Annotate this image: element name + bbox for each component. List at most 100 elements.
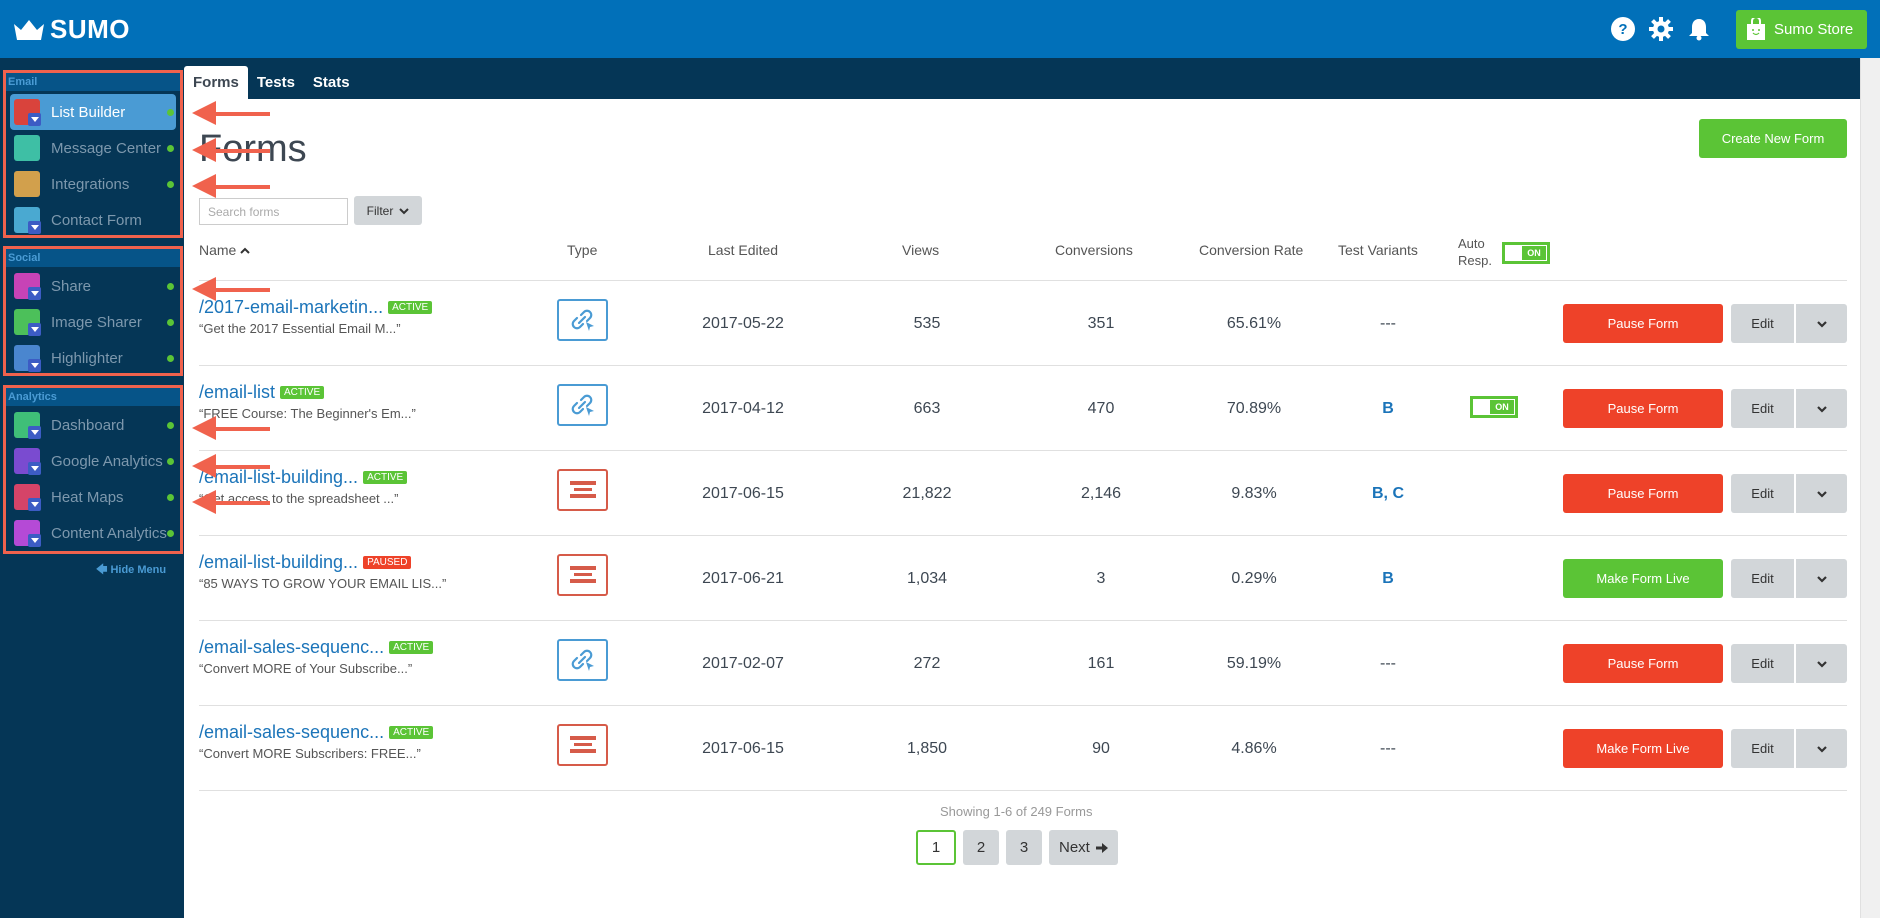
sidebar-item-integrations[interactable]: Integrations: [6, 166, 180, 202]
column-header-views[interactable]: Views: [902, 242, 939, 258]
sidebar-item-content-analytics[interactable]: Content Analytics: [6, 515, 180, 551]
sort-ascending-icon: [240, 247, 250, 254]
form-name-link[interactable]: /email-list-building... ACTIVE: [199, 467, 408, 488]
form-name: /email-list-building...: [199, 552, 359, 572]
status-dot: [167, 109, 174, 116]
table-row: /2017-email-marketin... ACTIVE “Get the 20…: [199, 281, 1847, 366]
table-row: /email-list-building... ACTIVE “Get access…: [199, 451, 1847, 536]
svg-text:?: ?: [1618, 21, 1627, 38]
page-button-1[interactable]: 1: [916, 830, 956, 865]
form-name-link[interactable]: /email-sales-sequenc... ACTIVE: [199, 637, 434, 658]
more-actions-dropdown[interactable]: [1796, 389, 1847, 428]
crown-icon: [14, 19, 44, 40]
sidebar-item-share[interactable]: Share: [6, 268, 180, 304]
pause-form-button[interactable]: Pause Form: [1563, 304, 1723, 343]
store-label: Sumo Store: [1774, 20, 1854, 38]
form-headline: “Get access to the spreadsheet ...”: [199, 491, 399, 506]
sidebar-item-heat-maps[interactable]: Heat Maps: [6, 479, 180, 515]
test-variants-cell[interactable]: B, C: [1348, 485, 1428, 503]
form-name: /email-sales-sequenc...: [199, 637, 385, 657]
help-button[interactable]: ?: [1610, 16, 1636, 42]
chevron-down-icon: [1816, 575, 1827, 583]
form-name-link[interactable]: /2017-email-marketin... ACTIVE: [199, 297, 433, 318]
sidebar-item-contact-form[interactable]: Contact Form: [6, 202, 180, 238]
settings-button[interactable]: [1648, 16, 1674, 42]
form-headline: “Convert MORE of Your Subscribe...”: [199, 661, 413, 676]
column-header-last-edited[interactable]: Last Edited: [708, 242, 778, 258]
status-dot: [167, 458, 174, 465]
sidebar-item-message-center[interactable]: Message Center: [6, 130, 180, 166]
sidebar-item-google-analytics[interactable]: Google Analytics: [6, 443, 180, 479]
sidebar-item-highlighter[interactable]: Highlighter: [6, 340, 180, 376]
search-forms-input[interactable]: [199, 198, 348, 225]
logo-text: SUMO: [50, 14, 130, 44]
sumo-store-button[interactable]: Sumo Store: [1736, 9, 1867, 49]
group-title: Social: [6, 249, 180, 267]
page-button-3[interactable]: 3: [1006, 830, 1042, 865]
make-form-live-button[interactable]: Make Form Live: [1563, 559, 1723, 598]
tab-forms[interactable]: Forms: [184, 66, 248, 99]
more-actions-dropdown[interactable]: [1796, 644, 1847, 683]
arrow-right-icon: [1095, 842, 1108, 853]
more-actions-dropdown[interactable]: [1796, 559, 1847, 598]
toggle-on-label: ON: [1490, 400, 1514, 414]
table-row: /email-list ACTIVE “FREE Course: The Begin…: [199, 366, 1847, 451]
table-row: /email-list-building... PAUSED “85 WAYS TO…: [199, 536, 1847, 621]
table-row: /email-sales-sequenc... ACTIVE “Convert MO…: [199, 706, 1847, 791]
tab-stats[interactable]: Stats: [304, 66, 359, 99]
sidebar-item-label: Image Sharer: [51, 313, 142, 331]
test-variants-cell[interactable]: B: [1348, 570, 1428, 588]
test-variants-cell: ---: [1380, 740, 1396, 757]
form-headline: “85 WAYS TO GROW YOUR EMAIL LIS...”: [199, 576, 447, 591]
column-header-test-variants: Test Variants: [1338, 242, 1418, 258]
tab-tests[interactable]: Tests: [248, 66, 304, 99]
page-button-2[interactable]: 2: [963, 830, 999, 865]
next-page-button[interactable]: Next: [1049, 830, 1118, 865]
list-builder-icon: [14, 99, 41, 126]
pause-form-button[interactable]: Make Form Live: [1563, 729, 1723, 768]
edit-button[interactable]: Edit: [1731, 389, 1794, 428]
sidebar-item-label: Google Analytics: [51, 452, 163, 470]
form-name-link[interactable]: /email-list ACTIVE: [199, 382, 325, 403]
pause-form-button[interactable]: Pause Form: [1563, 474, 1723, 513]
more-actions-dropdown[interactable]: [1796, 304, 1847, 343]
top-bar: SUMO ? Sumo Store: [0, 0, 1880, 58]
edit-button[interactable]: Edit: [1731, 644, 1794, 683]
sumo-logo[interactable]: SUMO: [14, 14, 130, 45]
column-header-conversions[interactable]: Conversions: [1055, 242, 1133, 258]
status-badge: ACTIVE: [389, 726, 434, 739]
form-name-link[interactable]: /email-list-building... PAUSED: [199, 552, 412, 573]
last-edited-cell: 2017-04-12: [702, 400, 784, 417]
sidebar-item-label: Contact Form: [51, 211, 142, 229]
bar-type-icon: [569, 736, 596, 753]
status-badge: ACTIVE: [388, 301, 433, 314]
more-actions-dropdown[interactable]: [1796, 474, 1847, 513]
status-badge: ACTIVE: [363, 471, 408, 484]
sidebar-item-list-builder[interactable]: List Builder: [10, 94, 176, 130]
more-actions-dropdown[interactable]: [1796, 729, 1847, 768]
edit-button[interactable]: Edit: [1731, 304, 1794, 343]
form-name-link[interactable]: /email-sales-sequenc... ACTIVE: [199, 722, 434, 743]
page-scrollbar[interactable]: [1860, 58, 1880, 918]
notifications-button[interactable]: [1686, 16, 1712, 42]
filter-dropdown[interactable]: Filter: [354, 196, 422, 225]
edit-button[interactable]: Edit: [1731, 559, 1794, 598]
auto-resp-toggle[interactable]: ON: [1470, 396, 1518, 418]
column-header-type: Type: [567, 242, 598, 258]
pause-form-button[interactable]: Pause Form: [1563, 644, 1723, 683]
test-variants-cell[interactable]: B: [1348, 400, 1428, 418]
pause-form-button[interactable]: Pause Form: [1563, 389, 1723, 428]
edit-button[interactable]: Edit: [1731, 729, 1794, 768]
hide-menu-button[interactable]: 🡄 Hide Menu: [96, 561, 166, 580]
column-header-conversion-rate[interactable]: Conversion Rate: [1199, 242, 1303, 258]
sidebar-item-dashboard[interactable]: Dashboard: [6, 407, 180, 443]
sidebar-item-image-sharer[interactable]: Image Sharer: [6, 304, 180, 340]
edit-button[interactable]: Edit: [1731, 474, 1794, 513]
column-header-name[interactable]: Name: [199, 242, 250, 258]
sidebar-item-label: Share: [51, 277, 92, 295]
auto-resp-master-toggle[interactable]: ON: [1502, 242, 1550, 264]
heat-maps-icon: [14, 484, 41, 511]
create-new-form-button[interactable]: Create New Form: [1699, 119, 1847, 158]
divider: [199, 790, 1847, 791]
form-headline: “FREE Course: The Beginner's Em...”: [199, 406, 416, 421]
